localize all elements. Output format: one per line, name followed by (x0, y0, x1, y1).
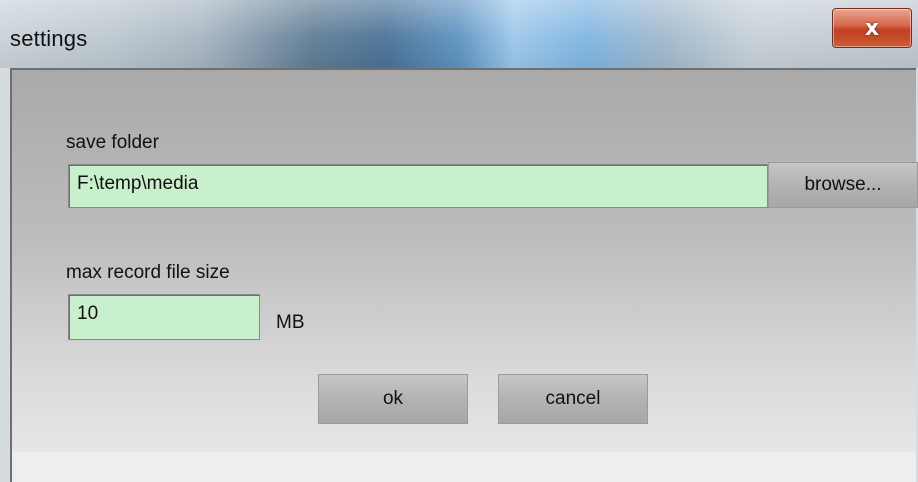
ok-button[interactable]: ok (318, 374, 468, 424)
save-folder-label: save folder (66, 132, 159, 153)
max-size-unit: MB (276, 312, 305, 333)
settings-panel: save folder F:\temp\media browse... max … (10, 68, 918, 452)
settings-dialog: settings x save folder F:\temp\media bro… (0, 0, 918, 482)
close-button[interactable]: x (832, 8, 912, 48)
browse-button[interactable]: browse... (768, 162, 918, 208)
dialog-bottom-edge (10, 452, 916, 482)
cancel-button[interactable]: cancel (498, 374, 648, 424)
save-folder-input[interactable]: F:\temp\media (68, 164, 768, 208)
close-icon: x (864, 15, 880, 41)
title-bar[interactable]: settings x (0, 0, 918, 68)
window-title: settings (10, 26, 88, 51)
client-frame: save folder F:\temp\media browse... max … (0, 68, 918, 482)
max-size-input[interactable]: 10 (68, 294, 260, 340)
max-size-label: max record file size (66, 262, 230, 283)
